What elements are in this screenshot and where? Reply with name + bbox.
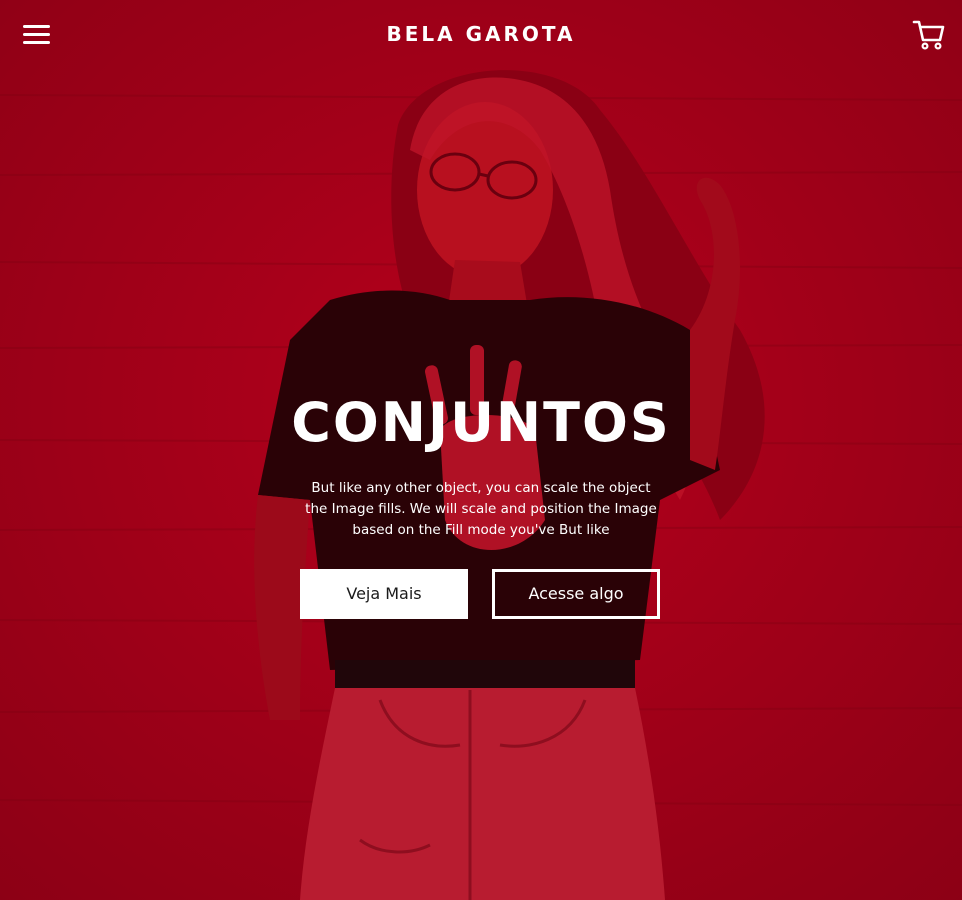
top-navbar: BELA GAROTA bbox=[0, 0, 962, 70]
acesse-algo-button[interactable]: Acesse algo bbox=[492, 569, 660, 619]
hero-actions: Veja Mais Acesse algo bbox=[300, 569, 660, 619]
veja-mais-button[interactable]: Veja Mais bbox=[300, 569, 468, 619]
hero-description: But like any other object, you can scale… bbox=[305, 480, 657, 538]
brand-logo[interactable]: BELA GAROTA bbox=[381, 18, 581, 50]
hero-content: CONJUNTOS But like any other object, you… bbox=[231, 392, 731, 541]
hamburger-menu-icon[interactable] bbox=[20, 20, 54, 50]
hero-section: BELA GAROTA CONJUNTOS But like any other… bbox=[0, 0, 962, 900]
hero-title: CONJUNTOS bbox=[291, 391, 671, 454]
shopping-cart-icon[interactable] bbox=[910, 16, 946, 52]
